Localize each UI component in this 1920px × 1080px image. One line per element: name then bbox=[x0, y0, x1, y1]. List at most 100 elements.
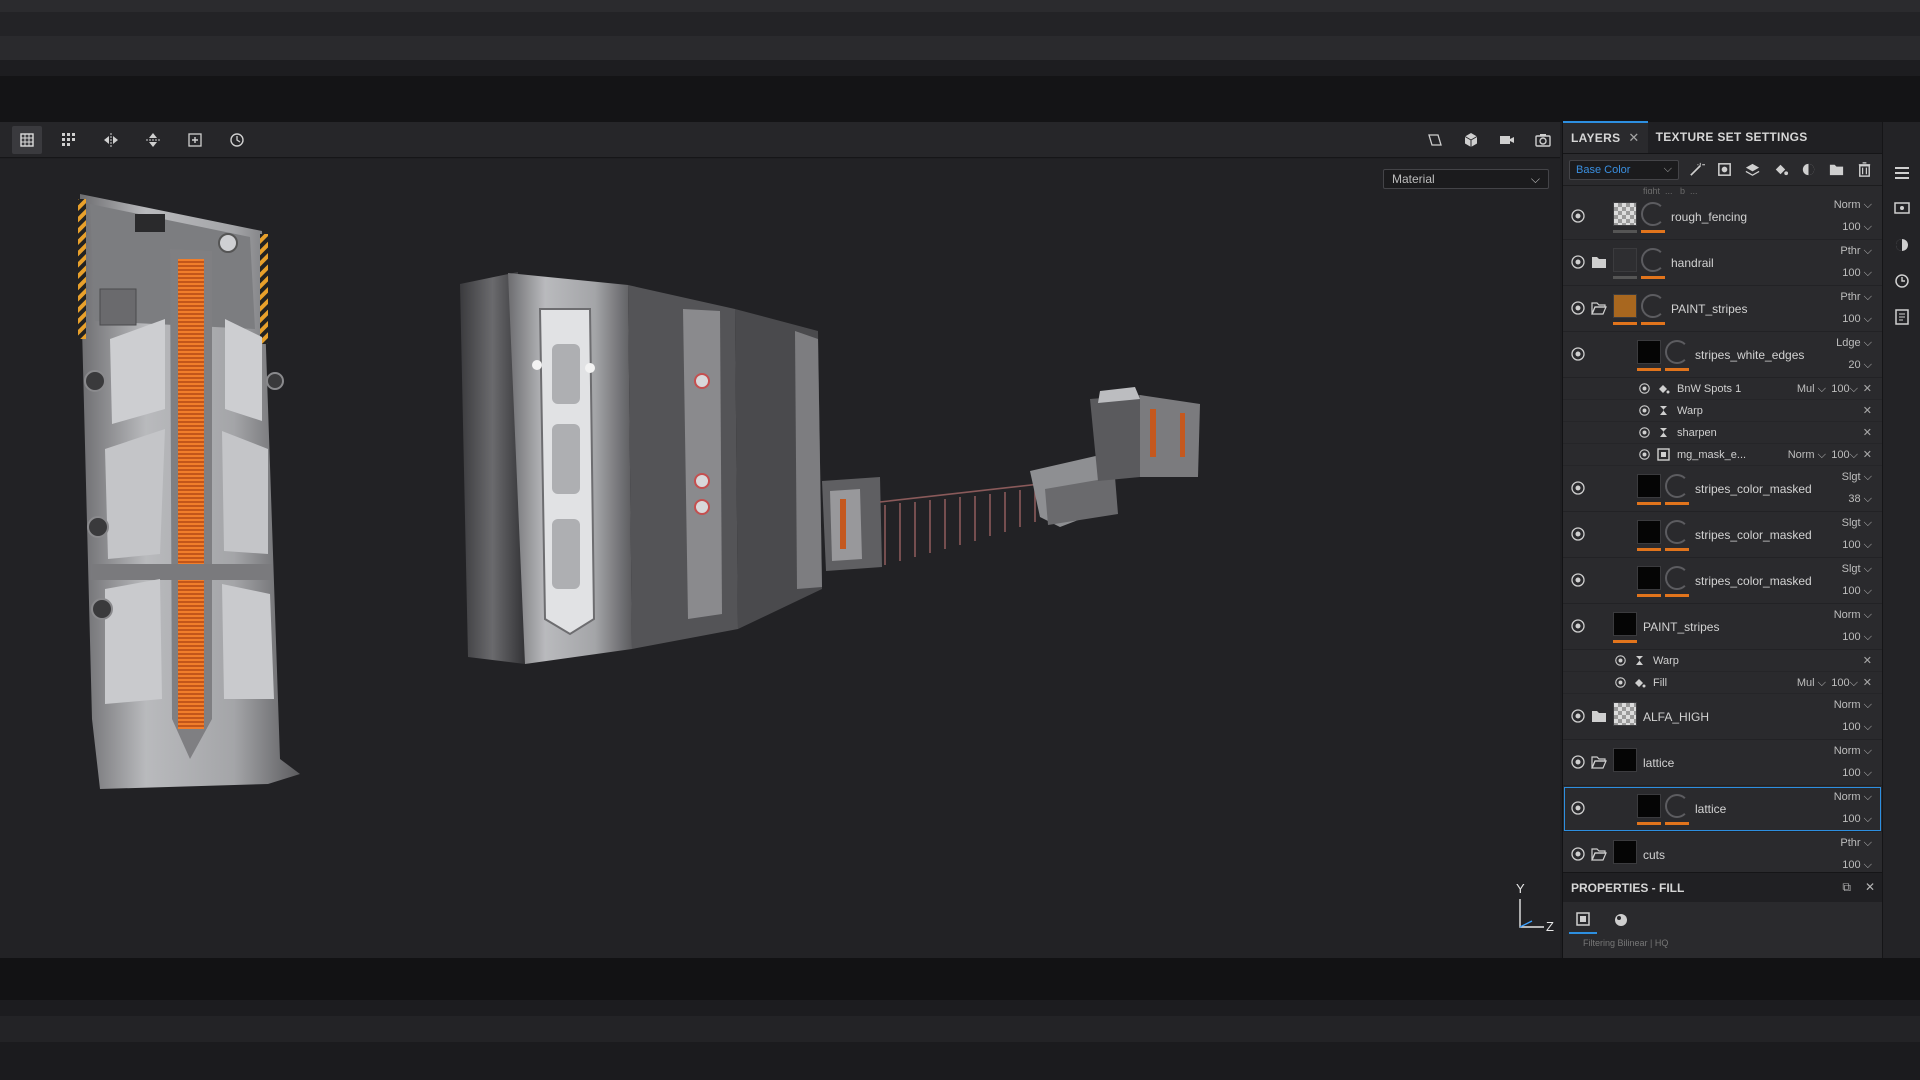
visibility-eye-icon[interactable] bbox=[1639, 449, 1650, 463]
layer-thumbnail[interactable] bbox=[1613, 748, 1637, 772]
visibility-eye-icon[interactable] bbox=[1571, 255, 1585, 274]
layer-thumbnail[interactable] bbox=[1637, 520, 1661, 544]
layer-thumbnail[interactable] bbox=[1637, 340, 1661, 364]
remove-effect-icon[interactable]: ✕ bbox=[1863, 382, 1872, 395]
layer-thumbnail[interactable] bbox=[1613, 202, 1637, 226]
folder-icon[interactable] bbox=[1591, 255, 1607, 274]
effect-blend-dropdown[interactable]: Mul ⌵ bbox=[1797, 383, 1826, 396]
undock-icon[interactable]: ⧉ bbox=[1842, 880, 1851, 895]
blend-mode-dropdown[interactable]: Norm ⌵ bbox=[1834, 745, 1872, 758]
folder-open-icon[interactable] bbox=[1591, 847, 1607, 866]
visibility-eye-icon[interactable] bbox=[1571, 619, 1585, 638]
effect-row[interactable]: Warp ✕ bbox=[1563, 400, 1882, 422]
layer-row[interactable]: stripes_color_masked Slgt ⌵ 100 ⌵ bbox=[1563, 512, 1882, 558]
layer-row[interactable]: stripes_white_edges Ldge ⌵ 20 ⌵ bbox=[1563, 332, 1882, 378]
effect-opacity-field[interactable]: 100⌵ bbox=[1831, 449, 1858, 462]
add-icon[interactable] bbox=[180, 126, 210, 154]
opacity-field[interactable]: 100 ⌵ bbox=[1842, 721, 1872, 734]
screenshot-icon[interactable] bbox=[1528, 126, 1558, 154]
layer-thumbnail[interactable] bbox=[1613, 840, 1637, 864]
visibility-eye-icon[interactable] bbox=[1615, 655, 1626, 669]
opacity-field[interactable]: 100 ⌵ bbox=[1842, 585, 1872, 598]
visibility-eye-icon[interactable] bbox=[1571, 527, 1585, 546]
mirror-y-icon[interactable] bbox=[138, 126, 168, 154]
add-layer-icon[interactable] bbox=[1741, 159, 1763, 181]
blend-mode-dropdown[interactable]: Norm ⌵ bbox=[1834, 791, 1872, 804]
multi-grid-icon[interactable] bbox=[54, 126, 84, 154]
opacity-field[interactable]: 20 ⌵ bbox=[1848, 359, 1872, 372]
magic-wand-icon[interactable] bbox=[1685, 159, 1707, 181]
blend-mode-dropdown[interactable]: Norm ⌵ bbox=[1834, 699, 1872, 712]
effect-opacity-field[interactable]: 100⌵ bbox=[1831, 677, 1858, 690]
3d-viewport[interactable]: Material ⌵ Y Z bbox=[0, 159, 1560, 958]
layer-row[interactable]: lattice Norm ⌵ 100 ⌵ bbox=[1563, 786, 1882, 832]
history-icon[interactable] bbox=[1891, 270, 1913, 292]
effect-blend-dropdown[interactable]: Norm ⌵ bbox=[1788, 449, 1826, 462]
layer-mask-thumbnail[interactable] bbox=[1665, 794, 1689, 818]
visibility-eye-icon[interactable] bbox=[1571, 847, 1585, 866]
visibility-eye-icon[interactable] bbox=[1571, 755, 1585, 774]
visibility-eye-icon[interactable] bbox=[1571, 301, 1585, 320]
blend-mode-dropdown[interactable]: Pthr ⌵ bbox=[1840, 245, 1872, 258]
opacity-field[interactable]: 100 ⌵ bbox=[1842, 813, 1872, 826]
tab-properties-material[interactable] bbox=[1569, 906, 1597, 934]
tab-properties-effect[interactable] bbox=[1607, 906, 1635, 934]
layer-row[interactable]: ALFA_HIGH Norm ⌵ 100 ⌵ bbox=[1563, 694, 1882, 740]
layer-mask-thumbnail[interactable] bbox=[1641, 294, 1665, 318]
layer-mask-thumbnail[interactable] bbox=[1641, 202, 1665, 226]
layer-mask-thumbnail[interactable] bbox=[1665, 520, 1689, 544]
layer-stack[interactable]: fight_... _b_... rough_fencing Norm ⌵ 100 … bbox=[1563, 186, 1882, 872]
opacity-field[interactable]: 100 ⌵ bbox=[1842, 267, 1872, 280]
shading-mode-dropdown[interactable]: Material ⌵ bbox=[1383, 169, 1549, 189]
effect-row[interactable]: mg_mask_e... Norm ⌵ 100⌵ ✕ bbox=[1563, 444, 1882, 466]
effect-row[interactable]: BnW Spots 1 Mul ⌵ 100⌵ ✕ bbox=[1563, 378, 1882, 400]
layer-thumbnail[interactable] bbox=[1613, 294, 1637, 318]
layer-row[interactable]: PAINT_stripes Pthr ⌵ 100 ⌵ bbox=[1563, 286, 1882, 332]
blend-mode-dropdown[interactable]: Slgt ⌵ bbox=[1842, 563, 1872, 576]
remove-effect-icon[interactable]: ✕ bbox=[1863, 426, 1872, 439]
add-folder-icon[interactable] bbox=[1825, 159, 1847, 181]
channel-dropdown[interactable]: Base Color ⌵ bbox=[1569, 159, 1679, 180]
2d-view-icon[interactable] bbox=[1420, 126, 1450, 154]
visibility-eye-icon[interactable] bbox=[1571, 709, 1585, 728]
blend-mode-dropdown[interactable]: Pthr ⌵ bbox=[1840, 291, 1872, 304]
layer-thumbnail[interactable] bbox=[1637, 566, 1661, 590]
log-icon[interactable] bbox=[1891, 306, 1913, 328]
layer-thumbnail[interactable] bbox=[1637, 794, 1661, 818]
folder-icon[interactable] bbox=[1591, 709, 1607, 728]
folder-open-icon[interactable] bbox=[1591, 301, 1607, 320]
opacity-field[interactable]: 100 ⌵ bbox=[1842, 221, 1872, 234]
effect-opacity-field[interactable]: 100⌵ bbox=[1831, 383, 1858, 396]
folder-open-icon[interactable] bbox=[1591, 755, 1607, 774]
add-effect-icon[interactable] bbox=[1797, 159, 1819, 181]
blend-mode-dropdown[interactable]: Norm ⌵ bbox=[1834, 609, 1872, 622]
visibility-eye-icon[interactable] bbox=[1639, 405, 1650, 419]
reset-icon[interactable] bbox=[222, 126, 252, 154]
layer-mask-thumbnail[interactable] bbox=[1665, 566, 1689, 590]
add-fill-icon[interactable] bbox=[1769, 159, 1791, 181]
visibility-eye-icon[interactable] bbox=[1571, 209, 1585, 228]
add-mask-icon[interactable] bbox=[1713, 159, 1735, 181]
blend-mode-dropdown[interactable]: Slgt ⌵ bbox=[1842, 471, 1872, 484]
blend-mode-dropdown[interactable]: Slgt ⌵ bbox=[1842, 517, 1872, 530]
layer-row[interactable]: PAINT_stripes Norm ⌵ 100 ⌵ bbox=[1563, 604, 1882, 650]
remove-effect-icon[interactable]: ✕ bbox=[1863, 404, 1872, 417]
layer-mask-thumbnail[interactable] bbox=[1665, 474, 1689, 498]
effect-blend-dropdown[interactable]: Mul ⌵ bbox=[1797, 677, 1826, 690]
visibility-eye-icon[interactable] bbox=[1639, 427, 1650, 441]
remove-effect-icon[interactable]: ✕ bbox=[1863, 654, 1872, 667]
opacity-field[interactable]: 100 ⌵ bbox=[1842, 313, 1872, 326]
grid-select-icon[interactable] bbox=[12, 125, 42, 154]
tab-layers[interactable]: LAYERS ✕ bbox=[1563, 121, 1648, 153]
layer-thumbnail[interactable] bbox=[1613, 612, 1637, 636]
close-icon[interactable]: ✕ bbox=[1628, 130, 1639, 146]
visibility-eye-icon[interactable] bbox=[1571, 481, 1585, 500]
opacity-field[interactable]: 100 ⌵ bbox=[1842, 539, 1872, 552]
layer-thumbnail[interactable] bbox=[1637, 474, 1661, 498]
visibility-eye-icon[interactable] bbox=[1571, 573, 1585, 592]
mirror-x-icon[interactable] bbox=[96, 126, 126, 154]
tab-texture-set-settings[interactable]: TEXTURE SET SETTINGS bbox=[1648, 121, 1816, 153]
camera-icon[interactable] bbox=[1492, 126, 1522, 154]
opacity-field[interactable]: 38 ⌵ bbox=[1848, 493, 1872, 506]
blend-mode-dropdown[interactable]: Norm ⌵ bbox=[1834, 199, 1872, 212]
